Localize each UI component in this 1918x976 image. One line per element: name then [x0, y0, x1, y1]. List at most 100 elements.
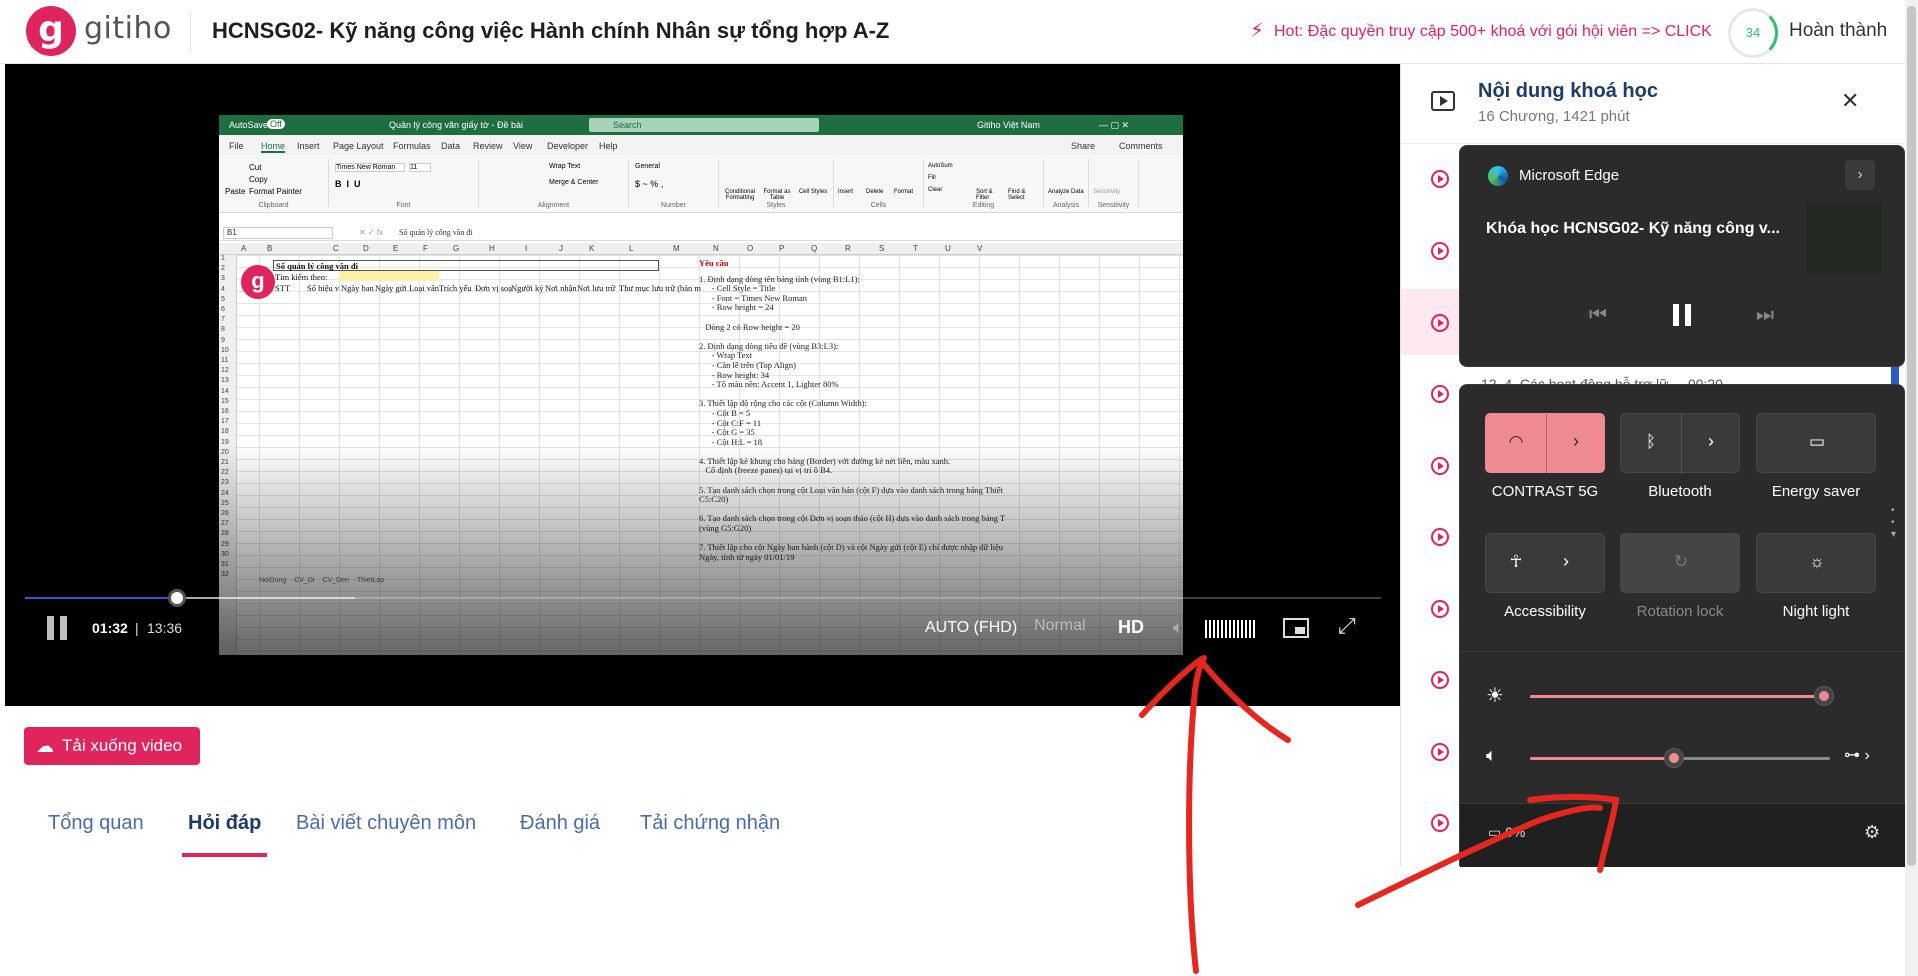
- chevron-right-icon[interactable]: ›: [1536, 551, 1596, 572]
- audio-output-icon[interactable]: ⊶ ›: [1844, 745, 1870, 765]
- rotation-lock-icon: ↻: [1673, 552, 1689, 571]
- chevron-right-icon[interactable]: ›: [1546, 431, 1606, 452]
- volume-slider-knob[interactable]: [1665, 749, 1683, 767]
- excel-column-header: G: [453, 244, 460, 253]
- night-light-label: Night light: [1782, 603, 1850, 620]
- excel-header-cell: Thư mục lưu trữ (bản m: [619, 283, 702, 293]
- excel-cell-b2: Tìm kiếm theo:: [275, 272, 328, 282]
- requirement-line: Dòng 2 có Row height = 20: [699, 321, 800, 332]
- wifi-tile[interactable]: ◠ ›: [1485, 413, 1606, 474]
- accessibility-tile[interactable]: ☥ ›: [1485, 533, 1605, 593]
- excel-column-header: R: [845, 244, 851, 253]
- ribbon-find-select: Find & Select: [1008, 189, 1026, 201]
- lesson-play-icon[interactable]: [1431, 170, 1449, 188]
- excel-menu-bar: File Home Insert Page Layout Formulas Da…: [219, 135, 1183, 155]
- excel-row-header: 6: [221, 306, 225, 313]
- video-player[interactable]: AutoSave Off Quản lý công văn giấy tờ - …: [5, 64, 1400, 706]
- gear-icon[interactable]: ⚙: [1864, 822, 1880, 843]
- ribbon-group-label: Font: [396, 202, 411, 209]
- excel-row-header: 9: [221, 336, 225, 344]
- page-scrollbar-thumb[interactable]: [1907, 6, 1916, 866]
- video-control-gradient: [5, 444, 1400, 706]
- brand-name[interactable]: gitiho: [84, 11, 172, 46]
- bluetooth-tile[interactable]: ᛒ ›: [1620, 413, 1741, 474]
- lesson-play-icon[interactable]: [1431, 671, 1449, 689]
- excel-row-header: 7: [221, 316, 225, 324]
- volume-level-bars[interactable]: [1205, 620, 1255, 638]
- ribbon-cut: Cut: [249, 163, 262, 172]
- excel-formula-bar: B1 ✕ ✓ fx Sổ quản lý công văn đi: [219, 225, 1183, 241]
- chevron-right-icon[interactable]: ›: [1845, 160, 1875, 190]
- quality-button[interactable]: AUTO (FHD): [925, 619, 1017, 637]
- ribbon-font-name: Times New Roman: [335, 163, 405, 172]
- ribbon-group-editing: AutoSum Fill Clear Sort & Filter Find & …: [924, 159, 1044, 209]
- tab-overview[interactable]: Tổng quan: [48, 812, 144, 853]
- total-time: 13:36: [147, 620, 183, 636]
- bluetooth-label: Bluetooth: [1648, 483, 1712, 500]
- excel-row-header: 4: [221, 285, 225, 293]
- fullscreen-icon[interactable]: ⤢: [1338, 613, 1356, 639]
- close-icon[interactable]: ✕: [1841, 88, 1859, 114]
- requirements-title: Yêu cầu: [699, 258, 729, 268]
- mini-player-icon[interactable]: [1283, 618, 1309, 638]
- tab-certificate[interactable]: Tải chứng nhận: [640, 812, 780, 853]
- bluetooth-icon: ᛒ: [1645, 432, 1657, 451]
- brightness-slider-knob[interactable]: [1815, 687, 1833, 705]
- playback-speed-button[interactable]: Normal: [1034, 617, 1086, 635]
- tab-reviews[interactable]: Đánh giá: [520, 812, 600, 853]
- lesson-play-icon[interactable]: [1431, 600, 1449, 618]
- lesson-play-icon[interactable]: [1431, 242, 1449, 260]
- sidebar-title: Nội dung khoá học: [1478, 80, 1658, 102]
- excel-row-header: 13: [221, 377, 229, 385]
- tab-qa[interactable]: Hỏi đáp: [182, 812, 268, 857]
- battery-status[interactable]: ▭ 0%: [1488, 824, 1525, 841]
- seek-handle[interactable]: [168, 589, 186, 607]
- ribbon-autosum: AutoSum: [928, 163, 953, 169]
- excel-row-header: 12: [221, 367, 229, 375]
- pause-icon[interactable]: [47, 616, 69, 640]
- excel-row-header: 16: [221, 408, 229, 415]
- ribbon-group-cells: Insert Delete Format Cells: [834, 159, 924, 209]
- lesson-play-icon[interactable]: [1431, 314, 1449, 332]
- excel-row-header: 2: [221, 265, 225, 273]
- excel-column-header: P: [779, 244, 785, 253]
- download-video-button[interactable]: ☁ Tải xuống video: [24, 727, 200, 765]
- excel-header-cell: Ngày gửi: [375, 283, 407, 293]
- lesson-play-icon[interactable]: [1431, 743, 1449, 761]
- ribbon-group-label: Analysis: [1052, 202, 1080, 209]
- excel-column-header: N: [713, 244, 719, 253]
- excel-column-header: U: [945, 244, 951, 253]
- tab-expert-articles[interactable]: Bài viết chuyên môn: [296, 812, 476, 853]
- ribbon-sensitivity: Sensitivity: [1093, 189, 1121, 195]
- lesson-play-icon[interactable]: [1431, 385, 1449, 403]
- media-thumbnail: [1806, 202, 1882, 274]
- lesson-play-icon[interactable]: [1431, 814, 1449, 832]
- previous-track-icon[interactable]: ⏮︎: [1589, 304, 1607, 327]
- membership-promo-link[interactable]: Hot: Đặc quyền truy cập 500+ khoá với gó…: [1274, 23, 1712, 41]
- divider: [1460, 651, 1906, 652]
- brightness-slider-fill: [1530, 695, 1824, 698]
- lesson-play-icon[interactable]: [1431, 457, 1449, 475]
- hd-badge[interactable]: HD: [1118, 617, 1144, 638]
- excel-comments: Comments: [1119, 141, 1163, 151]
- gitiho-logo[interactable]: g: [26, 6, 76, 56]
- rotation-lock-tile[interactable]: ↻: [1620, 533, 1740, 593]
- next-track-icon[interactable]: ⏭︎: [1756, 304, 1774, 327]
- excel-column-header: H: [489, 244, 495, 253]
- excel-menu-item: Home: [261, 141, 286, 153]
- night-light-tile[interactable]: ☼: [1756, 533, 1876, 593]
- excel-row-header: 3: [221, 275, 225, 283]
- page-indicator[interactable]: • • ▾: [1891, 505, 1897, 541]
- excel-column-header: L: [629, 244, 634, 253]
- chevron-right-icon[interactable]: ›: [1681, 431, 1741, 452]
- current-time: 01:32: [92, 620, 128, 636]
- volume-icon[interactable]: 🔈︎: [1173, 617, 1184, 638]
- speaker-icon[interactable]: 🔈︎: [1486, 745, 1497, 766]
- excel-header-cell: Ngày ban: [341, 283, 374, 293]
- lesson-play-icon[interactable]: [1431, 528, 1449, 546]
- ribbon-analyze: Analyze Data: [1048, 189, 1084, 195]
- excel-column-header: J: [559, 244, 563, 253]
- energy-saver-label: Energy saver: [1771, 483, 1861, 500]
- media-pause-icon[interactable]: [1673, 304, 1693, 326]
- energy-saver-tile[interactable]: ▭: [1756, 413, 1876, 473]
